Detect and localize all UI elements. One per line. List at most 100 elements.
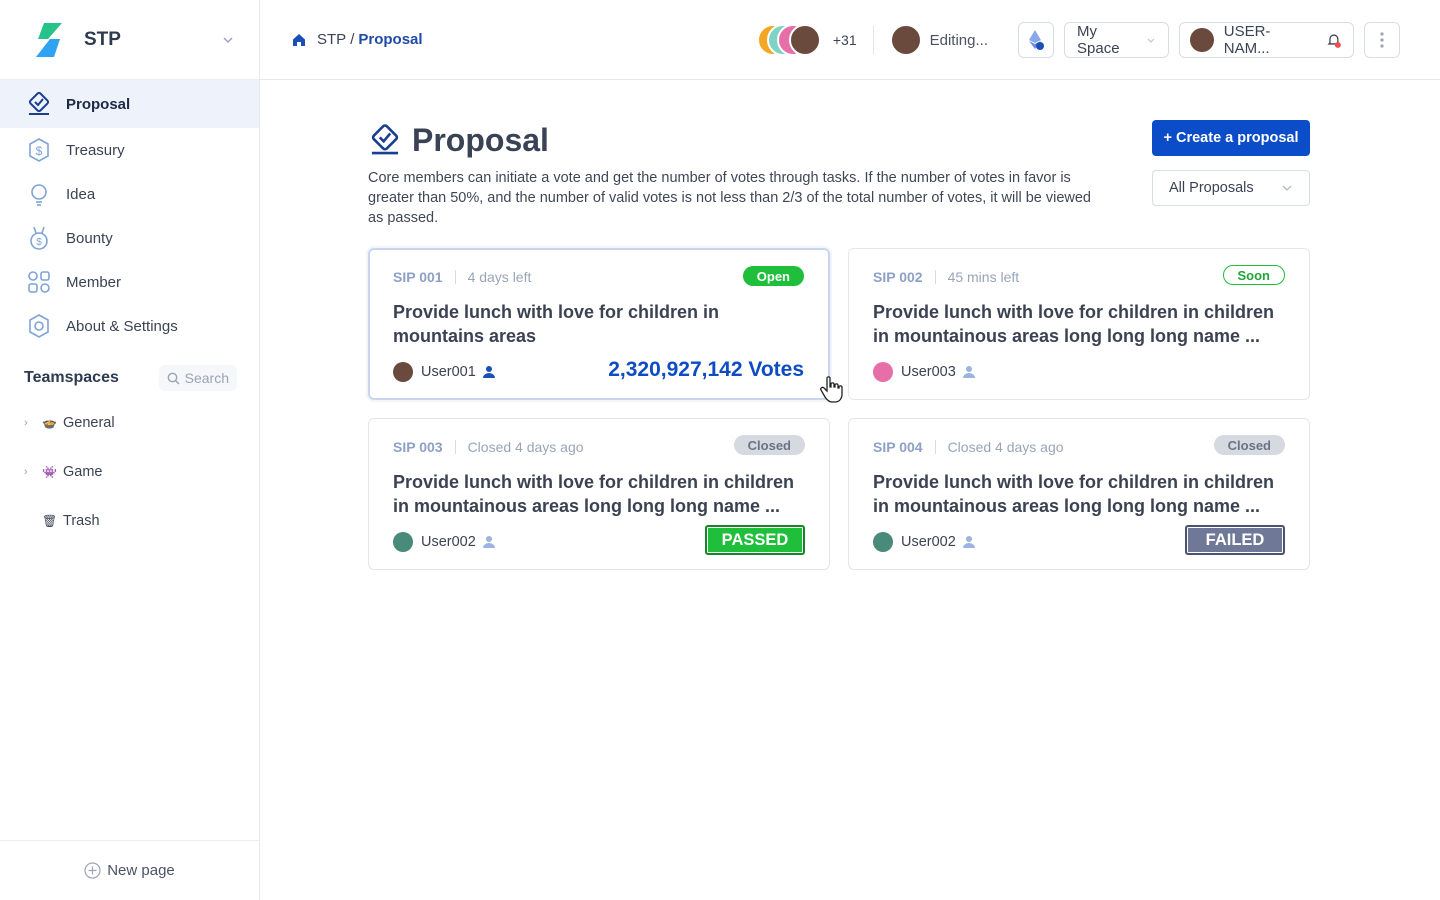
proposal-title: Provide lunch with love for children in … — [393, 472, 795, 516]
page-title: Proposal — [412, 121, 549, 158]
breadcrumb: STP / Proposal — [291, 31, 423, 48]
teamspace-label: Game — [63, 463, 103, 480]
result-badge: FAILED — [1185, 525, 1285, 555]
proposal-title: Provide lunch with love for children in … — [393, 302, 720, 346]
ethereum-icon — [1029, 30, 1044, 50]
svg-text:$: $ — [36, 144, 43, 158]
member-avatars[interactable] — [756, 24, 829, 56]
idea-icon — [26, 181, 52, 207]
chevron-right-icon[interactable]: › — [24, 417, 34, 429]
topbar: STP / Proposal +31 Editing... My Space U… — [260, 0, 1440, 80]
extra-members-count[interactable]: +31 — [833, 32, 857, 48]
sidebar-item-proposal[interactable]: Proposal — [0, 80, 259, 128]
sidebar-item-label: About & Settings — [66, 317, 178, 335]
sidebar-item-treasury[interactable]: $ Treasury — [0, 128, 259, 172]
status-badge: Open — [742, 266, 804, 286]
chevron-right-icon[interactable]: › — [24, 466, 34, 478]
status-badge: Soon — [1222, 265, 1285, 285]
more-options-button[interactable] — [1364, 22, 1400, 58]
teamspace-general[interactable]: › 🍲 General — [0, 398, 259, 447]
filter-value: All Proposals — [1169, 180, 1254, 196]
home-icon[interactable] — [291, 32, 307, 48]
bell-icon[interactable] — [1325, 31, 1343, 49]
teamspace-label: General — [63, 414, 115, 431]
user-role-icon — [962, 536, 975, 548]
avatar — [393, 532, 413, 552]
sidebar-item-label: Idea — [66, 185, 96, 203]
editing-status: Editing... — [889, 24, 988, 56]
sidebar-item-bounty[interactable]: $ Bounty — [0, 216, 259, 260]
sidebar-item-label: Member — [66, 273, 122, 291]
divider — [934, 270, 936, 284]
teamspace-emoji: 🍲 — [42, 415, 57, 430]
user-role-icon — [482, 366, 495, 378]
breadcrumb-current[interactable]: Proposal — [358, 31, 422, 48]
trash-icon: 🗑 — [42, 513, 58, 528]
teamspace-game[interactable]: › 👾 Game — [0, 447, 259, 496]
new-page-button[interactable]: New page — [0, 840, 259, 900]
proposal-filter-select[interactable]: All Proposals — [1152, 170, 1310, 206]
plus-circle-icon — [84, 862, 101, 879]
network-button[interactable] — [1018, 22, 1054, 58]
chevron-down-icon — [1147, 38, 1155, 43]
topbar-actions: +31 Editing... My Space USER-NAM... — [756, 22, 1400, 58]
status-badge: Closed — [1213, 435, 1285, 455]
avatar — [393, 362, 413, 382]
proposal-title: Provide lunch with love for children in … — [873, 302, 1275, 346]
avatar — [889, 24, 922, 56]
user-role-icon — [962, 366, 975, 378]
space-selector[interactable]: My Space — [1064, 22, 1169, 58]
divider — [454, 440, 456, 454]
create-proposal-button[interactable]: + Create a proposal — [1152, 120, 1310, 156]
author-name: User001 — [421, 364, 476, 380]
author-name: User003 — [901, 364, 956, 380]
breadcrumb-separator: / — [350, 31, 355, 48]
proposal-time: Closed 4 days ago — [467, 439, 584, 455]
breadcrumb-root[interactable]: STP — [317, 31, 346, 48]
chevron-down-icon[interactable] — [221, 33, 235, 47]
teamspace-search-button[interactable]: Search — [158, 365, 237, 391]
proposal-time: 4 days left — [467, 269, 532, 285]
avatar — [788, 24, 821, 56]
teamspace-trash[interactable]: 🗑 Trash — [0, 496, 259, 545]
sidebar: STP Proposal $ Treasury Idea $ Bounty Me… — [0, 0, 260, 900]
proposal-card[interactable]: SIP 002 45 mins left Soon Provide lunch … — [848, 248, 1310, 400]
proposal-grid: SIP 001 4 days left Open Provide lunch w… — [368, 248, 1310, 570]
proposal-card[interactable]: SIP 003 Closed 4 days ago Closed Provide… — [368, 418, 830, 570]
sidebar-item-idea[interactable]: Idea — [0, 172, 259, 216]
proposal-id: SIP 004 — [873, 439, 923, 455]
new-page-label: New page — [107, 862, 175, 879]
proposal-card[interactable]: SIP 004 Closed 4 days ago Closed Provide… — [848, 418, 1310, 570]
user-menu[interactable]: USER-NAM... — [1179, 22, 1354, 58]
workspace-switcher[interactable]: STP — [0, 0, 259, 80]
bounty-icon: $ — [26, 225, 52, 251]
teamspace-label: Trash — [63, 512, 100, 529]
space-label: My Space — [1077, 23, 1120, 57]
main-content: Proposal + Create a proposal Core member… — [368, 80, 1310, 570]
sidebar-nav: Proposal $ Treasury Idea $ Bounty Member — [0, 80, 259, 348]
author-name: User002 — [901, 534, 956, 550]
chevron-down-icon — [1282, 185, 1292, 191]
sidebar-item-settings[interactable]: About & Settings — [0, 304, 259, 348]
proposal-card[interactable]: SIP 001 4 days left Open Provide lunch w… — [368, 248, 830, 400]
sidebar-item-label: Treasury — [66, 141, 125, 159]
hand-pointer-cursor-icon — [820, 376, 843, 403]
sidebar-item-member[interactable]: Member — [0, 260, 259, 304]
editing-label: Editing... — [929, 31, 988, 49]
author-name: User002 — [421, 534, 476, 550]
status-badge: Closed — [733, 435, 805, 455]
proposal-time: Closed 4 days ago — [947, 439, 1064, 455]
card-author: User003 — [873, 360, 1285, 384]
divider — [872, 26, 874, 54]
avatar — [873, 362, 893, 382]
divider — [454, 270, 456, 284]
search-label: Search — [184, 370, 229, 386]
user-name: USER-NAM... — [1223, 23, 1271, 57]
proposal-id: SIP 002 — [873, 269, 923, 285]
avatar — [873, 532, 893, 552]
member-icon — [26, 269, 52, 295]
more-vertical-icon — [1380, 32, 1384, 48]
teamspace-emoji: 👾 — [42, 464, 57, 479]
teamspaces-title: Teamspaces — [24, 369, 119, 386]
avatar — [1190, 28, 1214, 52]
